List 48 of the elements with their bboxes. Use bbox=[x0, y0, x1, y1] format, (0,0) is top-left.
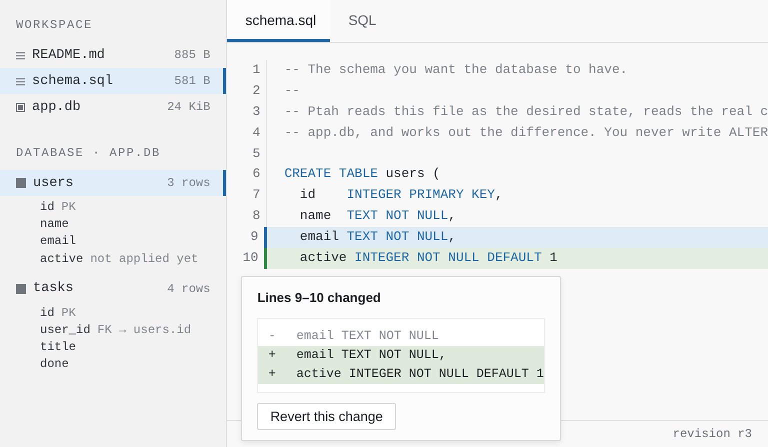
line-number: 3 bbox=[227, 102, 268, 123]
code-line: -- Ptah reads this file as the desired state, reads the real c bbox=[283, 102, 768, 121]
file-item[interactable]: app.db 24 KiB bbox=[0, 94, 226, 120]
square-icon bbox=[16, 284, 26, 294]
tab[interactable]: schema.sql bbox=[227, 0, 330, 42]
diff-line: active INTEGER NOT NULL DEFAULT 1 bbox=[296, 366, 544, 383]
code-line: -- The schema you want the database to have. bbox=[283, 61, 628, 79]
section-heading: WORKSPACE bbox=[15, 17, 94, 34]
line-number: 5 bbox=[227, 144, 268, 164]
code-line: email TEXT NOT NULL, bbox=[298, 228, 456, 246]
line-number: 7 bbox=[227, 185, 268, 206]
column-name: id PK bbox=[40, 199, 77, 216]
table-item[interactable]: users 3 rows bbox=[0, 170, 226, 196]
diff-line: email TEXT NOT NULL bbox=[296, 328, 439, 345]
diff-sign: + bbox=[268, 366, 277, 383]
code-line: id INTEGER PRIMARY KEY, bbox=[298, 186, 503, 204]
column-name: done bbox=[40, 356, 70, 374]
code-line: name TEXT NOT NULL, bbox=[298, 207, 456, 226]
code-line: CREATE TABLE users ( bbox=[283, 165, 440, 184]
column-name: title bbox=[40, 339, 78, 356]
tab[interactable]: SQL bbox=[330, 0, 394, 42]
column-name: user_id FK → users.id bbox=[40, 322, 192, 339]
table-item[interactable]: tasks 4 rows bbox=[0, 276, 226, 302]
lines-icon bbox=[16, 76, 25, 86]
code-line: active INTEGER NOT NULL DEFAULT 1 bbox=[298, 249, 558, 268]
revision-label: revision r3 bbox=[672, 427, 752, 441]
revert-button[interactable]: Revert this change bbox=[257, 403, 396, 430]
line-number: 4 bbox=[227, 122, 268, 144]
square-icon bbox=[16, 102, 25, 112]
diff-sign: - bbox=[268, 328, 277, 345]
line-number: 10 bbox=[227, 248, 268, 269]
diff-line: email TEXT NOT NULL, bbox=[296, 347, 446, 364]
line-number: 2 bbox=[227, 80, 268, 102]
column-name: id PK bbox=[40, 304, 77, 322]
diff-sign: + bbox=[268, 347, 277, 364]
column-name: active not applied yet bbox=[40, 250, 200, 268]
file-item[interactable]: schema.sql 581 B bbox=[0, 68, 226, 94]
code-line: -- app.db, and works out the difference. You never write ALTER bbox=[283, 124, 768, 142]
square-icon bbox=[16, 178, 26, 188]
line-number: 1 bbox=[227, 60, 268, 81]
column-name: email bbox=[40, 233, 78, 250]
line-number: 6 bbox=[227, 164, 268, 186]
section-heading: DATABASE · APP.DB bbox=[15, 145, 162, 162]
column-name: name bbox=[40, 216, 70, 234]
lines-icon bbox=[16, 50, 25, 60]
popover-title: Lines 9–10 changed bbox=[257, 290, 382, 305]
code-line: -- bbox=[283, 82, 300, 100]
file-item[interactable]: README.md 885 B bbox=[0, 42, 226, 68]
